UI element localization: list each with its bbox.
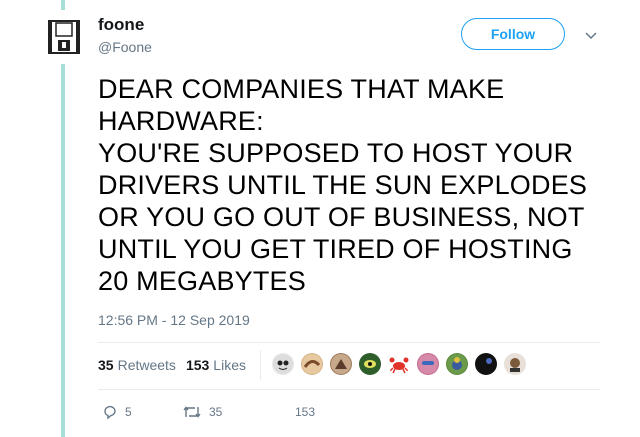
reply-button[interactable]: 5	[102, 404, 182, 420]
tweet-line: DEAR COMPANIES THAT MAKE	[98, 74, 505, 104]
likes-count: 153	[185, 357, 210, 373]
stats-separator	[260, 350, 261, 380]
tweet-line: YOU'RE SUPPOSED TO HOST YOUR	[98, 138, 574, 168]
like-button[interactable]: 153	[288, 405, 315, 419]
tweet-text: DEAR COMPANIES THAT MAKE HARDWARE: YOU'R…	[98, 73, 618, 297]
retweets-label: Retweets	[117, 357, 176, 373]
retweet-count: 35	[209, 405, 223, 419]
timestamp[interactable]: 12:56 PM - 12 Sep 2019	[98, 312, 250, 328]
divider	[98, 342, 600, 343]
chevron-down-icon[interactable]	[584, 28, 598, 42]
liker-avatar-4[interactable]	[359, 353, 381, 375]
likes-label: Likes	[213, 357, 246, 373]
tweet-line: UNTIL YOU GET TIRED OF HOSTING	[98, 234, 573, 264]
tweet-line: OR YOU GO OUT OF BUSINESS, NOT	[98, 202, 585, 232]
user-handle[interactable]: @Foone	[98, 39, 152, 55]
tweet-line: HARDWARE:	[98, 106, 264, 136]
reply-icon	[104, 405, 116, 420]
retweets-count: 35	[98, 357, 114, 373]
thread-line-top	[61, 0, 65, 10]
like-count: 153	[295, 405, 316, 419]
retweet-button[interactable]: 35	[182, 404, 288, 420]
liker-avatar-1[interactable]	[272, 353, 294, 375]
tweet-line: DRIVERS UNTIL THE SUN EXPLODES	[98, 170, 588, 200]
liker-avatar-8[interactable]	[475, 353, 497, 375]
liker-avatar-2[interactable]	[301, 353, 323, 375]
follow-button[interactable]: Follow	[461, 18, 565, 50]
display-name[interactable]: foone	[98, 15, 144, 35]
liker-avatar-3[interactable]	[330, 353, 352, 375]
divider	[98, 389, 600, 390]
tweet-line: 20 MEGABYTES	[98, 266, 306, 296]
tweet-stats: 35 Retweets 153 Likes	[98, 357, 256, 373]
liker-avatar-9[interactable]	[504, 353, 526, 375]
floppy-disk-icon	[48, 20, 80, 54]
likes-stat[interactable]: 153 Likes	[186, 357, 246, 373]
retweets-stat[interactable]: 35 Retweets	[98, 357, 176, 373]
crab-icon[interactable]	[388, 353, 410, 375]
avatar[interactable]	[48, 20, 80, 54]
thread-line	[61, 64, 65, 437]
retweet-icon	[183, 406, 201, 418]
action-bar: 5 35 153	[102, 404, 315, 420]
reply-count: 5	[125, 405, 132, 419]
liker-avatar-7[interactable]	[446, 353, 468, 375]
liker-avatar-6[interactable]	[417, 353, 439, 375]
liker-avatars	[272, 353, 533, 377]
